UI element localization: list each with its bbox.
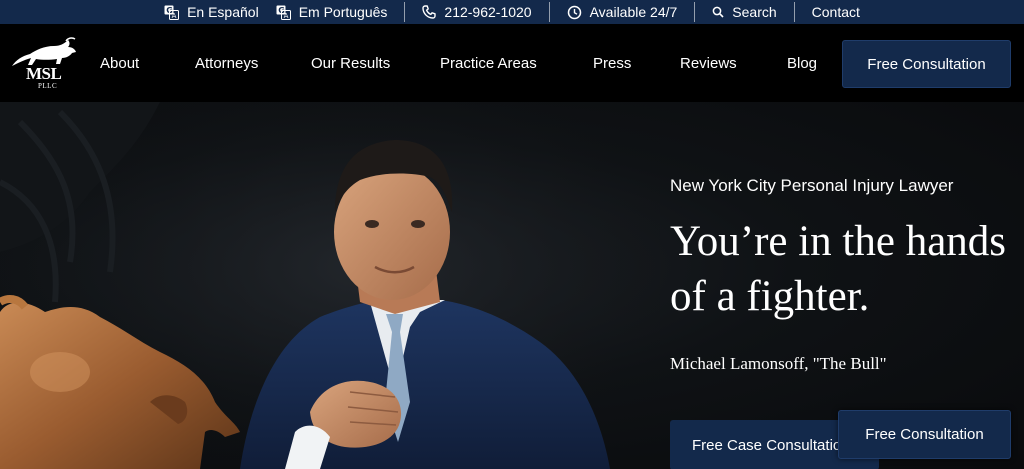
portuguese-link-label: Em Português	[298, 4, 388, 20]
phone-icon	[422, 5, 437, 19]
hero-photo	[0, 102, 660, 469]
phone-number: 212-962-1020	[444, 4, 532, 20]
svg-text:A: A	[172, 12, 177, 20]
logo-subtitle: PLLC	[38, 82, 58, 90]
msl-logo[interactable]: MSL PLLC	[8, 36, 78, 92]
availability: Available 24/7	[550, 0, 695, 24]
search-icon	[712, 6, 724, 18]
svg-text:A: A	[283, 12, 288, 20]
hero-title: You’re in the hands of a fighter.	[670, 218, 1007, 320]
nav-about[interactable]: About	[100, 24, 139, 102]
portuguese-link[interactable]: GA Em Português	[276, 0, 405, 24]
nav-attorneys[interactable]: Attorneys	[195, 24, 258, 102]
top-utility-bar: GA En Español GA Em Português 212-962-10…	[0, 0, 1024, 24]
spanish-link[interactable]: GA En Español	[147, 0, 276, 24]
main-navigation: MSL PLLC About Attorneys Our Results Pra…	[0, 24, 1024, 102]
contact-link[interactable]: Contact	[795, 0, 877, 24]
free-consultation-button[interactable]: Free Consultation	[842, 40, 1011, 88]
nav-reviews[interactable]: Reviews	[680, 24, 737, 102]
hero-subtitle: New York City Personal Injury Lawyer	[670, 176, 954, 195]
nav-our-results[interactable]: Our Results	[311, 24, 390, 102]
clock-icon	[567, 5, 582, 20]
nav-press[interactable]: Press	[593, 24, 631, 102]
language-links: GA En Español GA Em Português	[147, 0, 404, 24]
contact-label: Contact	[811, 4, 860, 20]
hero-quote: Michael Lamonsoff, "The Bull"	[670, 354, 887, 373]
logo-name: MSL	[26, 64, 62, 83]
translate-icon: GA	[276, 5, 291, 20]
floating-free-consultation-button[interactable]: Free Consultation	[838, 410, 1011, 459]
spanish-link-label: En Español	[187, 4, 259, 20]
phone-link[interactable]: 212-962-1020	[405, 0, 548, 24]
search-link[interactable]: Search	[695, 0, 793, 24]
hero-section: New York City Personal Injury Lawyer You…	[0, 102, 1024, 469]
search-label: Search	[732, 4, 777, 20]
nav-practice-areas[interactable]: Practice Areas	[440, 24, 537, 102]
availability-label: Available 24/7	[589, 4, 678, 20]
translate-icon: GA	[164, 5, 180, 20]
nav-blog[interactable]: Blog	[787, 24, 817, 102]
